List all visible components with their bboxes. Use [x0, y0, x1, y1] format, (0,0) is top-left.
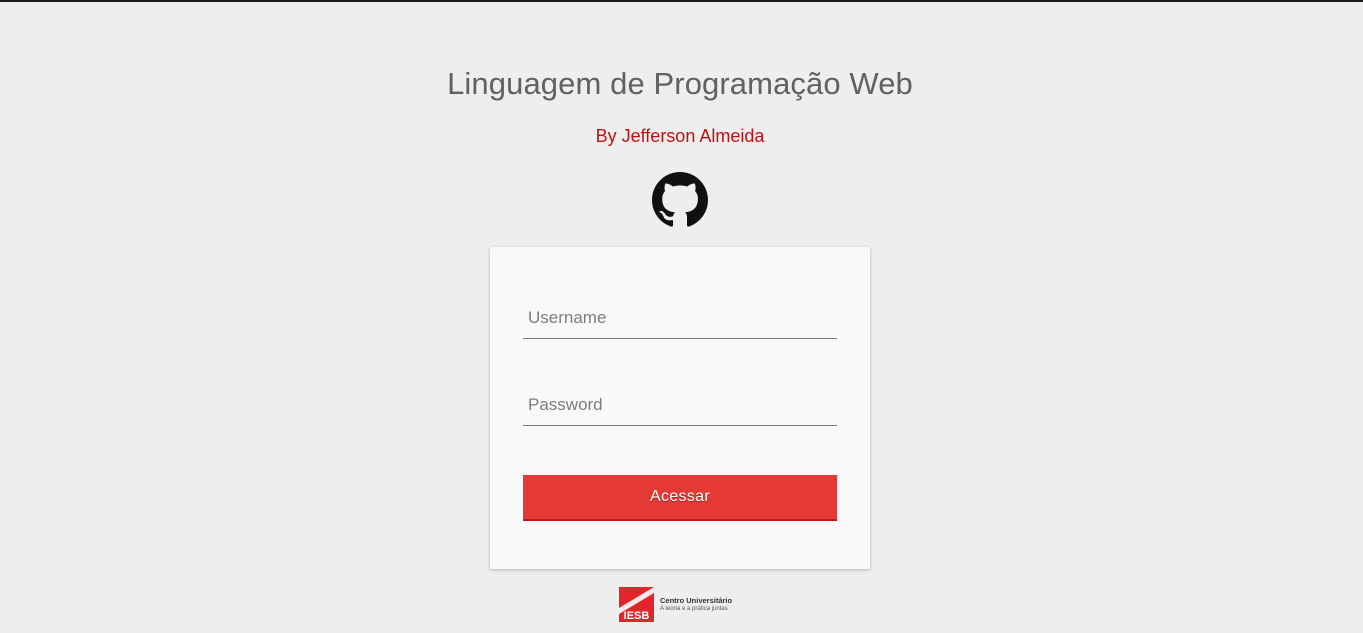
logo-name: Centro Universitário	[660, 595, 733, 605]
iesb-logo-mark: IESB	[619, 586, 654, 622]
page-title: Linguagem de Programação Web	[447, 66, 913, 101]
logo-brand: IESB	[624, 610, 650, 622]
submit-button[interactable]: Acessar	[523, 475, 837, 521]
password-field	[523, 385, 837, 426]
github-icon	[652, 172, 708, 227]
iesb-logo: IESB Centro Universitário A teoria e a p…	[619, 586, 732, 622]
login-card: Acessar	[490, 247, 870, 569]
logo-tagline: A teoria e a prática juntas	[660, 605, 728, 612]
password-input[interactable]	[523, 385, 837, 425]
username-input[interactable]	[523, 298, 837, 338]
github-link[interactable]	[652, 172, 708, 228]
author-subtitle: By Jefferson Almeida	[595, 126, 765, 146]
username-field	[523, 298, 837, 339]
